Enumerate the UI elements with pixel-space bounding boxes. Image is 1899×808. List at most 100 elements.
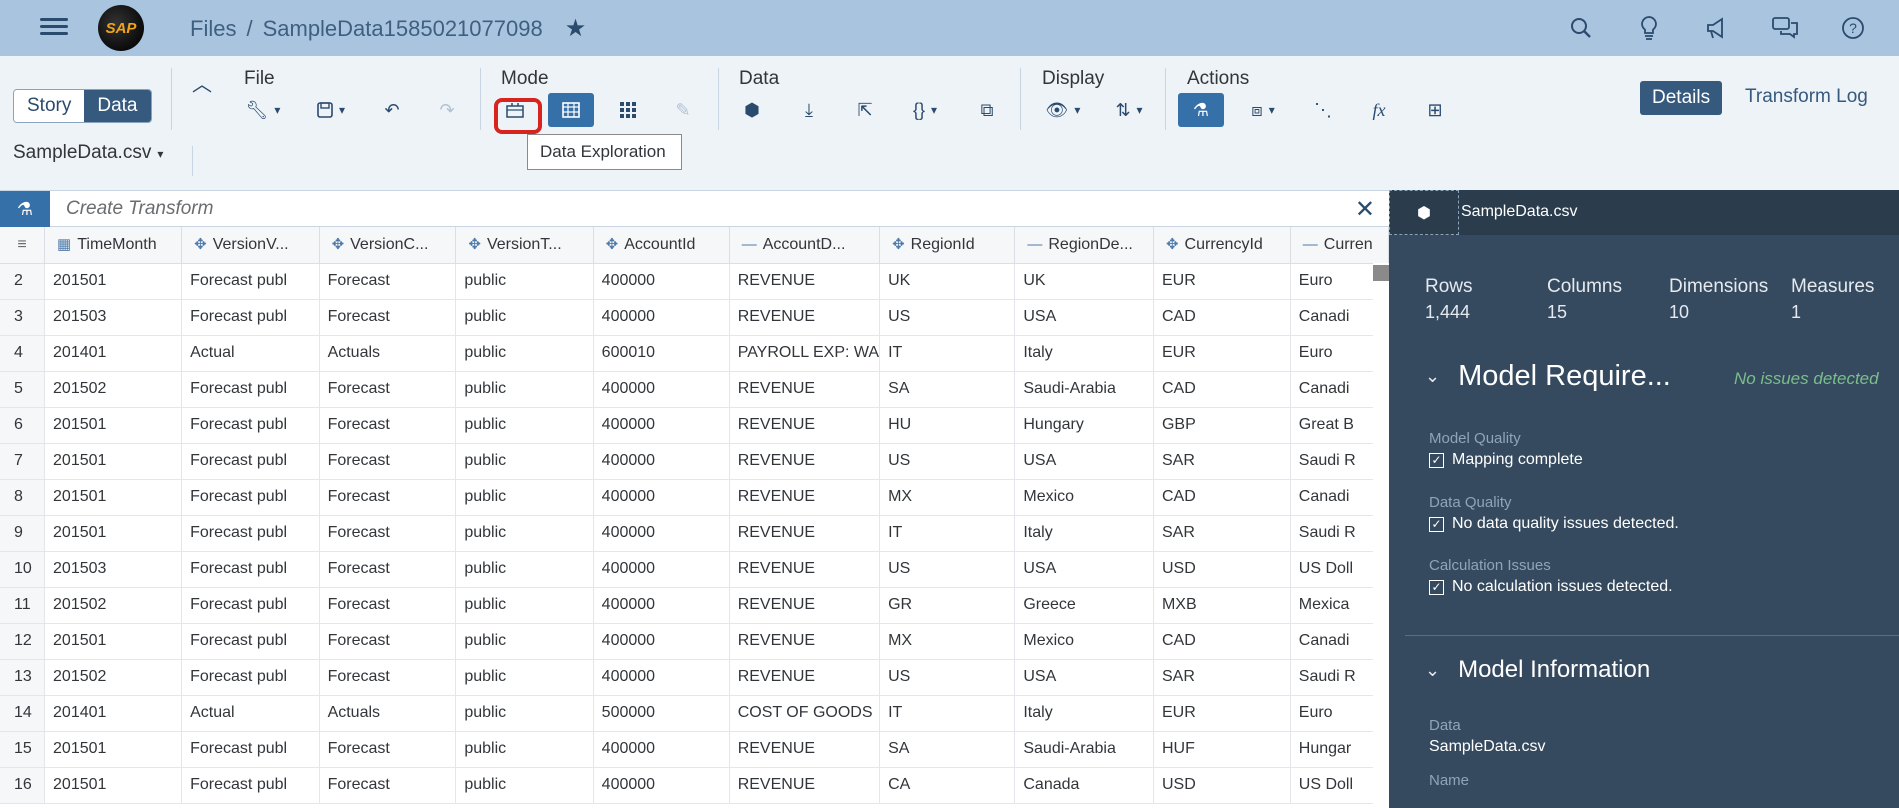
formula-button[interactable]: fx bbox=[1362, 93, 1396, 127]
table-row[interactable]: 3 201503 Forecast publ Forecast public 400000… bbox=[0, 299, 1389, 336]
import-data-button[interactable]: ⤓ bbox=[792, 93, 826, 127]
edit-mode-button[interactable]: ✎ bbox=[666, 93, 700, 127]
table-cell[interactable]: Forecast bbox=[319, 731, 457, 768]
row-number[interactable]: 8 bbox=[0, 479, 46, 516]
table-row[interactable]: 16 201501 Forecast publ Forecast public 40000… bbox=[0, 767, 1389, 804]
transform-log-button[interactable]: Transform Log bbox=[1745, 86, 1868, 108]
model-requirements-header[interactable]: ⌄ Model Require... bbox=[1425, 360, 1671, 393]
table-cell[interactable]: 400000 bbox=[593, 479, 730, 516]
table-cell[interactable]: 400000 bbox=[593, 551, 730, 588]
geo-enrich-button[interactable]: ⊞ bbox=[1418, 93, 1452, 127]
table-cell[interactable]: REVENUE bbox=[729, 443, 881, 480]
table-cell[interactable]: 400000 bbox=[593, 515, 730, 552]
table-cell[interactable]: Forecast bbox=[319, 299, 457, 336]
table-cell[interactable]: public bbox=[455, 407, 594, 444]
table-cell[interactable]: public bbox=[455, 443, 594, 480]
table-cell[interactable]: public bbox=[455, 659, 594, 696]
table-row[interactable]: 11 201502 Forecast publ Forecast public 40000… bbox=[0, 587, 1389, 624]
formula-menu-button[interactable]: {} ▾ bbox=[902, 93, 948, 127]
table-cell[interactable]: CAD bbox=[1153, 623, 1291, 660]
table-cell[interactable]: REVENUE bbox=[729, 371, 881, 408]
row-number[interactable]: 5 bbox=[0, 371, 46, 408]
table-cell[interactable]: 201501 bbox=[44, 407, 183, 444]
table-cell[interactable]: Forecast publ bbox=[181, 587, 320, 624]
table-cell[interactable]: Actual bbox=[181, 695, 320, 732]
copy-data-button[interactable]: ⧉ bbox=[970, 93, 1004, 127]
export-data-button[interactable]: ⇱ bbox=[848, 93, 882, 127]
table-cell[interactable]: 400000 bbox=[593, 731, 730, 768]
table-cell[interactable]: MX bbox=[879, 623, 1016, 660]
table-cell[interactable]: USA bbox=[1014, 551, 1154, 588]
table-cell[interactable]: Forecast publ bbox=[181, 623, 320, 660]
table-cell[interactable]: REVENUE bbox=[729, 587, 881, 624]
transform-button[interactable]: ⚗︎ bbox=[1178, 93, 1224, 127]
table-cell[interactable]: Forecast bbox=[319, 623, 457, 660]
table-cell[interactable]: Forecast bbox=[319, 479, 457, 516]
table-cell[interactable]: Forecast bbox=[319, 587, 457, 624]
table-row[interactable]: 12 201501 Forecast publ Forecast public 40000… bbox=[0, 623, 1389, 660]
column-header[interactable]: ✥ VersionV... bbox=[181, 227, 320, 264]
search-icon[interactable] bbox=[1565, 12, 1597, 44]
breadcrumb-files-link[interactable]: Files bbox=[190, 16, 236, 42]
table-cell[interactable]: public bbox=[455, 767, 594, 804]
smart-transform-menu-button[interactable]: ⧈ ▾ bbox=[1240, 93, 1286, 127]
table-cell[interactable]: Mexico bbox=[1014, 623, 1154, 660]
vertical-scrollbar[interactable] bbox=[1373, 263, 1389, 808]
table-cell[interactable]: Italy bbox=[1014, 695, 1154, 732]
table-cell[interactable]: US bbox=[879, 551, 1016, 588]
table-cell[interactable]: Forecast publ bbox=[181, 299, 320, 336]
table-cell[interactable]: REVENUE bbox=[729, 623, 881, 660]
table-cell[interactable]: USD bbox=[1153, 551, 1291, 588]
table-cell[interactable]: 201502 bbox=[44, 371, 183, 408]
favorite-star-icon[interactable]: ★ bbox=[565, 14, 587, 43]
table-cell[interactable]: USA bbox=[1014, 659, 1154, 696]
table-cell[interactable]: SAR bbox=[1153, 443, 1291, 480]
row-number[interactable]: 15 bbox=[0, 731, 46, 768]
table-cell[interactable]: public bbox=[455, 695, 594, 732]
table-cell[interactable]: US bbox=[879, 443, 1016, 480]
table-cell[interactable]: SAR bbox=[1153, 515, 1291, 552]
save-menu-button[interactable]: ▾ bbox=[308, 93, 354, 127]
table-row[interactable]: 7 201501 Forecast publ Forecast public 400000… bbox=[0, 443, 1389, 480]
table-cell[interactable]: Forecast publ bbox=[181, 479, 320, 516]
row-number[interactable]: 12 bbox=[0, 623, 46, 660]
sort-menu-button[interactable]: ⇅ ▾ bbox=[1106, 93, 1152, 127]
table-cell[interactable]: CAD bbox=[1153, 299, 1291, 336]
table-cell[interactable]: Forecast bbox=[319, 371, 457, 408]
data-mode-button[interactable]: Data bbox=[84, 90, 151, 122]
tile-view-button[interactable] bbox=[611, 93, 645, 127]
table-cell[interactable]: REVENUE bbox=[729, 659, 881, 696]
table-cell[interactable]: REVENUE bbox=[729, 731, 881, 768]
table-cell[interactable]: Canada bbox=[1014, 767, 1154, 804]
table-cell[interactable]: USA bbox=[1014, 443, 1154, 480]
column-header[interactable]: ▦ TimeMonth bbox=[44, 227, 183, 264]
table-cell[interactable]: public bbox=[455, 731, 594, 768]
table-cell[interactable]: Italy bbox=[1014, 515, 1154, 552]
table-cell[interactable]: public bbox=[455, 515, 594, 552]
table-cell[interactable]: REVENUE bbox=[729, 551, 881, 588]
table-cell[interactable]: IT bbox=[879, 515, 1016, 552]
sap-logo[interactable]: SAP bbox=[98, 5, 144, 51]
table-cell[interactable]: REVENUE bbox=[729, 479, 881, 516]
table-cell[interactable]: PAYROLL EXP: WA bbox=[729, 335, 881, 372]
table-cell[interactable]: HU bbox=[879, 407, 1016, 444]
table-cell[interactable]: GR bbox=[879, 587, 1016, 624]
table-cell[interactable]: 201401 bbox=[44, 335, 183, 372]
table-cell[interactable]: Forecast publ bbox=[181, 659, 320, 696]
table-cell[interactable]: 400000 bbox=[593, 623, 730, 660]
table-cell[interactable]: public bbox=[455, 587, 594, 624]
table-cell[interactable]: CAD bbox=[1153, 371, 1291, 408]
transform-icon[interactable]: ⚗︎ bbox=[0, 191, 50, 227]
table-cell[interactable]: 500000 bbox=[593, 695, 730, 732]
lightbulb-icon[interactable] bbox=[1633, 12, 1665, 44]
table-cell[interactable]: Actuals bbox=[319, 695, 457, 732]
table-cell[interactable]: 400000 bbox=[593, 407, 730, 444]
table-cell[interactable]: Forecast bbox=[319, 515, 457, 552]
table-cell[interactable]: IT bbox=[879, 695, 1016, 732]
table-cell[interactable]: 201501 bbox=[44, 767, 183, 804]
table-row[interactable]: 2 201501 Forecast publ Forecast public 400000… bbox=[0, 263, 1389, 300]
table-cell[interactable]: Greece bbox=[1014, 587, 1154, 624]
column-header[interactable]: — AccountD... bbox=[729, 227, 881, 264]
add-data-button[interactable]: ⬢ bbox=[735, 93, 769, 127]
row-number[interactable]: 10 bbox=[0, 551, 46, 588]
